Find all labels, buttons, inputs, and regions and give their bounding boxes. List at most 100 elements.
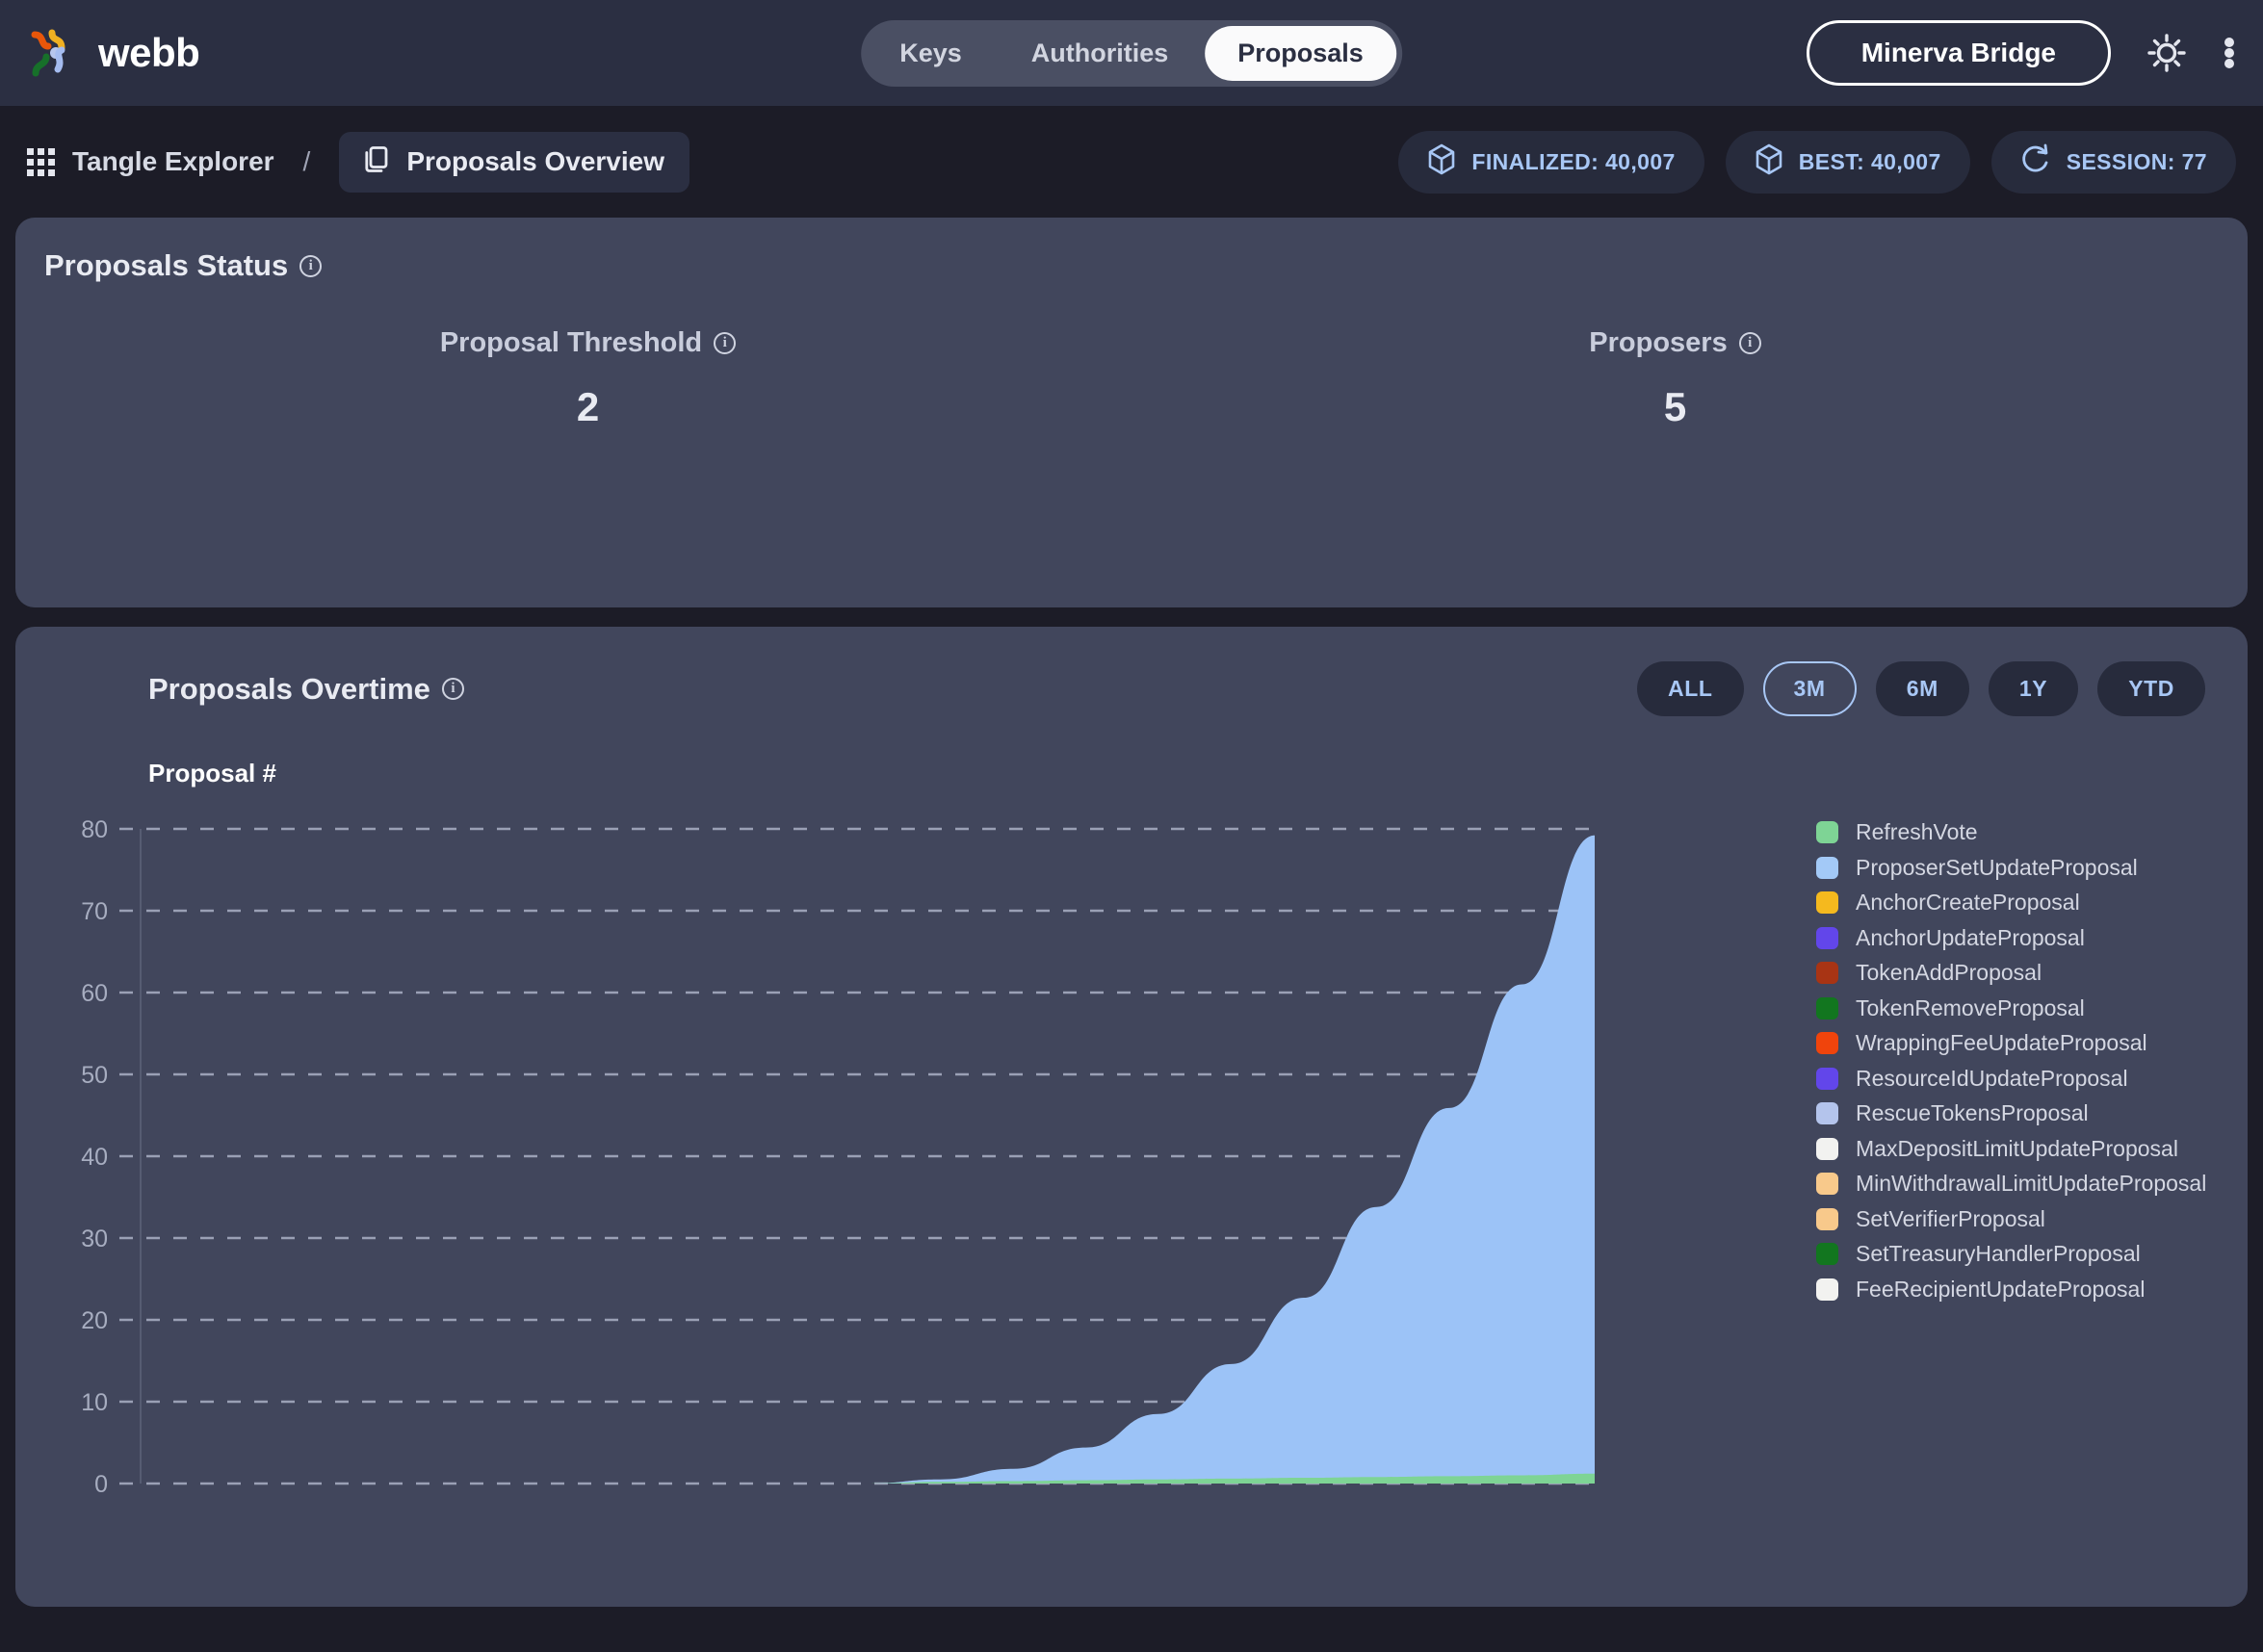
legend-item[interactable]: TokenRemoveProposal bbox=[1816, 995, 2230, 1021]
legend-color-swatch bbox=[1816, 926, 1838, 949]
legend-item[interactable]: AnchorCreateProposal bbox=[1816, 890, 2230, 916]
legend-color-swatch bbox=[1816, 1207, 1838, 1230]
area-proposersetupdateproposal bbox=[141, 835, 1595, 1484]
legend-color-swatch bbox=[1816, 821, 1838, 843]
legend-label: SetTreasuryHandlerProposal bbox=[1856, 1241, 2141, 1266]
legend-item[interactable]: SetTreasuryHandlerProposal bbox=[1816, 1241, 2230, 1267]
proposals-overtime-title: Proposals Overtime i bbox=[148, 672, 464, 707]
y-axis-title: Proposal # bbox=[148, 759, 276, 787]
legend-color-swatch bbox=[1816, 891, 1838, 914]
legend-item[interactable]: RefreshVote bbox=[1816, 819, 2230, 845]
proposals-overtime-chart[interactable]: 0 10 20 30 40 50 60 70 80 bbox=[15, 810, 1691, 1522]
y-axis-tick-label: 0 bbox=[94, 1471, 108, 1498]
legend-label: RefreshVote bbox=[1856, 819, 1978, 844]
metric-value: 2 bbox=[576, 384, 600, 429]
chart-header: Proposals Overtime i ALL 3M 6M 1Y YTD bbox=[15, 661, 2248, 716]
legend-color-swatch bbox=[1816, 1278, 1838, 1301]
legend-item[interactable]: ResourceIdUpdateProposal bbox=[1816, 1066, 2230, 1092]
y-axis-tick-label: 30 bbox=[81, 1226, 108, 1252]
cube-icon bbox=[1427, 143, 1456, 181]
legend-item[interactable]: MinWithdrawalLimitUpdateProposal bbox=[1816, 1171, 2230, 1197]
legend-item[interactable]: RescueTokensProposal bbox=[1816, 1100, 2230, 1126]
status-chip-session[interactable]: SESSION: 77 bbox=[1990, 130, 2236, 194]
legend-color-swatch bbox=[1816, 1173, 1838, 1195]
proposals-overtime-title-text: Proposals Overtime bbox=[148, 671, 430, 706]
legend-color-swatch bbox=[1816, 1067, 1838, 1090]
proposals-overtime-card: Proposals Overtime i ALL 3M 6M 1Y YTD Pr… bbox=[15, 627, 2248, 1607]
y-axis-tick-label: 50 bbox=[81, 1062, 108, 1089]
sun-icon[interactable] bbox=[2146, 32, 2188, 74]
breadcrumb-current-label: Proposals Overview bbox=[406, 146, 665, 176]
metric-value: 5 bbox=[1663, 384, 1687, 429]
legend-item[interactable]: SetVerifierProposal bbox=[1816, 1206, 2230, 1232]
legend-label: SetVerifierProposal bbox=[1856, 1205, 2045, 1231]
legend-color-swatch bbox=[1816, 1032, 1838, 1054]
breadcrumb-current[interactable]: Proposals Overview bbox=[339, 131, 690, 193]
main-tabs: Keys Authorities Proposals bbox=[861, 19, 1402, 87]
tab-proposals[interactable]: Proposals bbox=[1205, 25, 1396, 81]
y-axis-tick-label: 80 bbox=[81, 816, 108, 843]
legend-item[interactable]: MaxDepositLimitUpdateProposal bbox=[1816, 1136, 2230, 1162]
chart-plot-region: 0 10 20 30 40 50 60 70 80 RefreshVote ProposerSet… bbox=[15, 810, 2248, 1522]
legend-item[interactable]: FeeRecipientUpdateProposal bbox=[1816, 1277, 2230, 1303]
refresh-icon bbox=[2020, 143, 2051, 181]
legend-label: TokenAddProposal bbox=[1856, 960, 2042, 985]
metric-proposal-threshold: Proposal Threshold i 2 bbox=[44, 327, 1132, 430]
breadcrumb-bar: Tangle Explorer / Proposals Overview FIN… bbox=[0, 106, 2263, 218]
info-icon[interactable]: i bbox=[1738, 332, 1761, 354]
y-axis-tick-label: 10 bbox=[81, 1389, 108, 1416]
legend-color-swatch bbox=[1816, 1102, 1838, 1124]
metric-label: Proposal Threshold bbox=[439, 327, 703, 358]
info-icon[interactable]: i bbox=[299, 254, 323, 277]
copy-icon bbox=[364, 145, 391, 179]
range-1y[interactable]: 1Y bbox=[1988, 661, 2079, 716]
webb-logo-icon bbox=[27, 25, 83, 81]
range-all[interactable]: ALL bbox=[1637, 661, 1744, 716]
legend-label: RescueTokensProposal bbox=[1856, 1100, 2089, 1125]
status-chip-finalized[interactable]: FINALIZED: 40,007 bbox=[1398, 130, 1704, 194]
legend-color-swatch bbox=[1816, 856, 1838, 879]
tab-authorities[interactable]: Authorities bbox=[999, 26, 1202, 81]
legend-label: FeeRecipientUpdateProposal bbox=[1856, 1276, 2146, 1302]
breadcrumb-root[interactable]: Tangle Explorer bbox=[72, 146, 274, 177]
apps-grid-icon[interactable] bbox=[27, 147, 55, 176]
legend-item[interactable]: WrappingFeeUpdateProposal bbox=[1816, 1030, 2230, 1056]
legend-label: AnchorCreateProposal bbox=[1856, 890, 2080, 915]
tab-keys[interactable]: Keys bbox=[867, 26, 995, 81]
status-chip-best[interactable]: BEST: 40,007 bbox=[1725, 130, 1970, 194]
legend-label: MinWithdrawalLimitUpdateProposal bbox=[1856, 1171, 2207, 1196]
top-navigation-bar: webb Keys Authorities Proposals Minerva … bbox=[0, 0, 2263, 106]
y-axis-tick-label: 40 bbox=[81, 1144, 108, 1171]
proposals-status-card: Proposals Status i Proposal Threshold i … bbox=[15, 218, 2248, 607]
info-icon[interactable]: i bbox=[714, 332, 737, 354]
info-icon[interactable]: i bbox=[441, 678, 464, 700]
range-6m[interactable]: 6M bbox=[1875, 661, 1969, 716]
metric-label-wrap: Proposal Threshold i bbox=[439, 327, 737, 359]
y-axis-tick-label: 20 bbox=[81, 1307, 108, 1334]
metric-label-wrap: Proposers i bbox=[1589, 327, 1761, 359]
y-axis-tick-label: 70 bbox=[81, 898, 108, 925]
brand-logo[interactable]: webb bbox=[27, 25, 200, 81]
legend-item[interactable]: TokenAddProposal bbox=[1816, 960, 2230, 986]
legend-label: MaxDepositLimitUpdateProposal bbox=[1856, 1135, 2178, 1161]
metric-label: Proposers bbox=[1589, 327, 1728, 358]
legend-item[interactable]: AnchorUpdateProposal bbox=[1816, 925, 2230, 951]
legend-label: TokenRemoveProposal bbox=[1856, 994, 2085, 1020]
breadcrumb-separator: / bbox=[302, 146, 311, 176]
time-range-filters: ALL 3M 6M 1Y YTD bbox=[1637, 661, 2205, 716]
proposals-status-title: Proposals Status i bbox=[44, 248, 2219, 283]
range-3m[interactable]: 3M bbox=[1762, 661, 1857, 716]
top-bar-actions: Minerva Bridge bbox=[1806, 20, 2236, 86]
legend-label: WrappingFeeUpdateProposal bbox=[1856, 1030, 2147, 1055]
legend-label: ProposerSetUpdateProposal bbox=[1856, 854, 2138, 880]
range-ytd[interactable]: YTD bbox=[2097, 661, 2205, 716]
legend-label: ResourceIdUpdateProposal bbox=[1856, 1065, 2128, 1091]
chain-status-chips: FINALIZED: 40,007 BEST: 40,007 SESSION: … bbox=[1398, 130, 2236, 194]
legend-color-swatch bbox=[1816, 1243, 1838, 1265]
metric-proposers: Proposers i 5 bbox=[1132, 327, 2219, 430]
bridge-selector-button[interactable]: Minerva Bridge bbox=[1806, 20, 2111, 86]
legend-color-swatch bbox=[1816, 1137, 1838, 1160]
three-dot-menu-icon[interactable] bbox=[2223, 32, 2236, 74]
legend-item[interactable]: ProposerSetUpdateProposal bbox=[1816, 855, 2230, 881]
cube-icon bbox=[1755, 143, 1783, 181]
